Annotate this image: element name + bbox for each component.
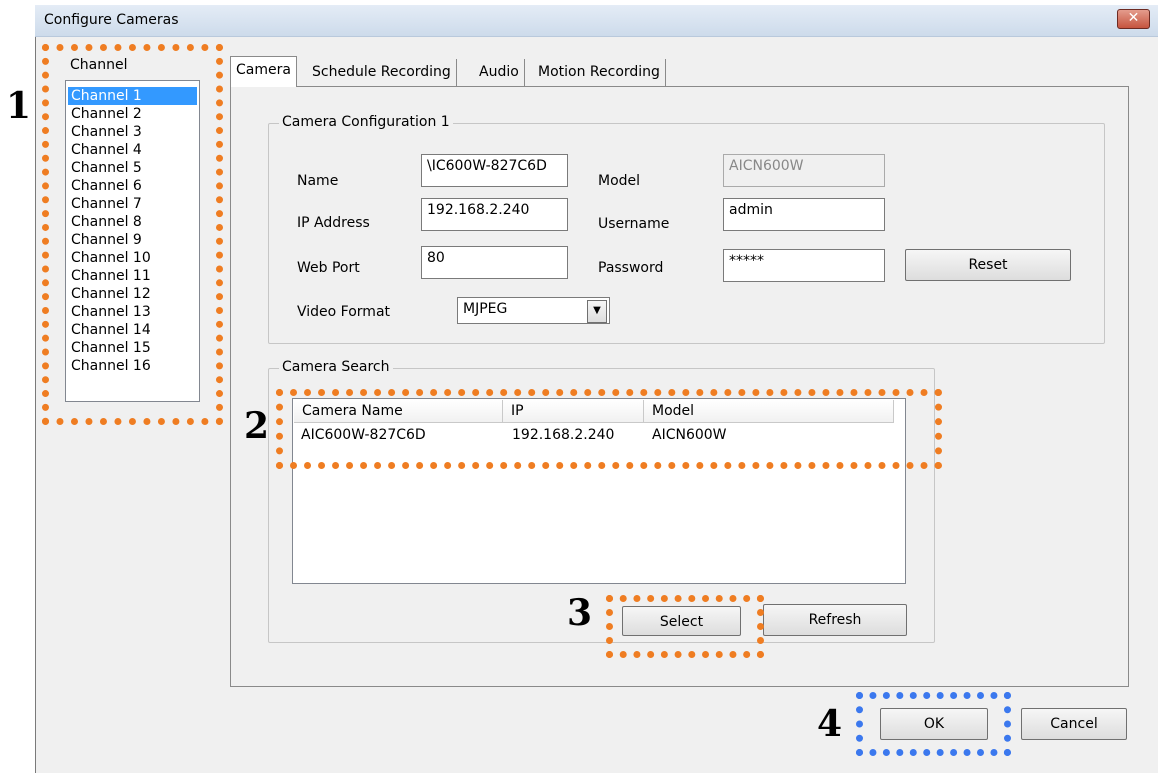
callout-box-3 [606, 595, 764, 658]
tab-schedule-recording[interactable]: Schedule Recording [307, 59, 457, 86]
ip-address-label: IP Address [297, 215, 370, 231]
close-icon: ✕ [1127, 10, 1140, 26]
web-port-field[interactable]: 80 [421, 246, 568, 279]
password-field[interactable]: ***** [723, 249, 885, 282]
name-label: Name [297, 173, 339, 189]
reset-button[interactable]: Reset [905, 249, 1071, 281]
window-title: Configure Cameras [44, 12, 179, 28]
callout-number-2: 2 [244, 405, 270, 447]
video-format-select[interactable]: MJPEG ▼ [457, 297, 610, 324]
chevron-down-icon[interactable]: ▼ [587, 300, 607, 323]
model-field: AICN600W [723, 154, 885, 187]
video-format-value: MJPEG [463, 301, 508, 317]
ip-address-field[interactable]: 192.168.2.240 [421, 198, 568, 231]
model-label: Model [598, 173, 641, 189]
tab-motion-recording[interactable]: Motion Recording [533, 59, 666, 86]
username-field[interactable]: admin [723, 198, 885, 231]
web-port-label: Web Port [297, 260, 360, 276]
username-label: Username [598, 216, 670, 232]
tab-camera[interactable]: Camera [230, 56, 297, 87]
callout-box-2 [276, 389, 942, 469]
callout-number-4: 4 [817, 703, 843, 745]
cancel-button[interactable]: Cancel [1021, 708, 1127, 740]
callout-box-4 [856, 692, 1011, 756]
video-format-label: Video Format [297, 304, 391, 320]
callout-box-1 [42, 44, 223, 425]
password-label: Password [598, 260, 664, 276]
camera-configuration-title: Camera Configuration 1 [279, 114, 453, 130]
close-button[interactable]: ✕ [1117, 9, 1150, 29]
tab-audio[interactable]: Audio [474, 59, 525, 86]
callout-number-1: 1 [6, 85, 32, 127]
refresh-button[interactable]: Refresh [763, 604, 907, 636]
name-field[interactable]: \IC600W-827C6D [421, 154, 568, 187]
camera-configuration-group [268, 123, 1105, 344]
camera-search-title: Camera Search [279, 359, 393, 375]
callout-number-3: 3 [567, 592, 593, 634]
title-bar[interactable] [35, 5, 1158, 37]
